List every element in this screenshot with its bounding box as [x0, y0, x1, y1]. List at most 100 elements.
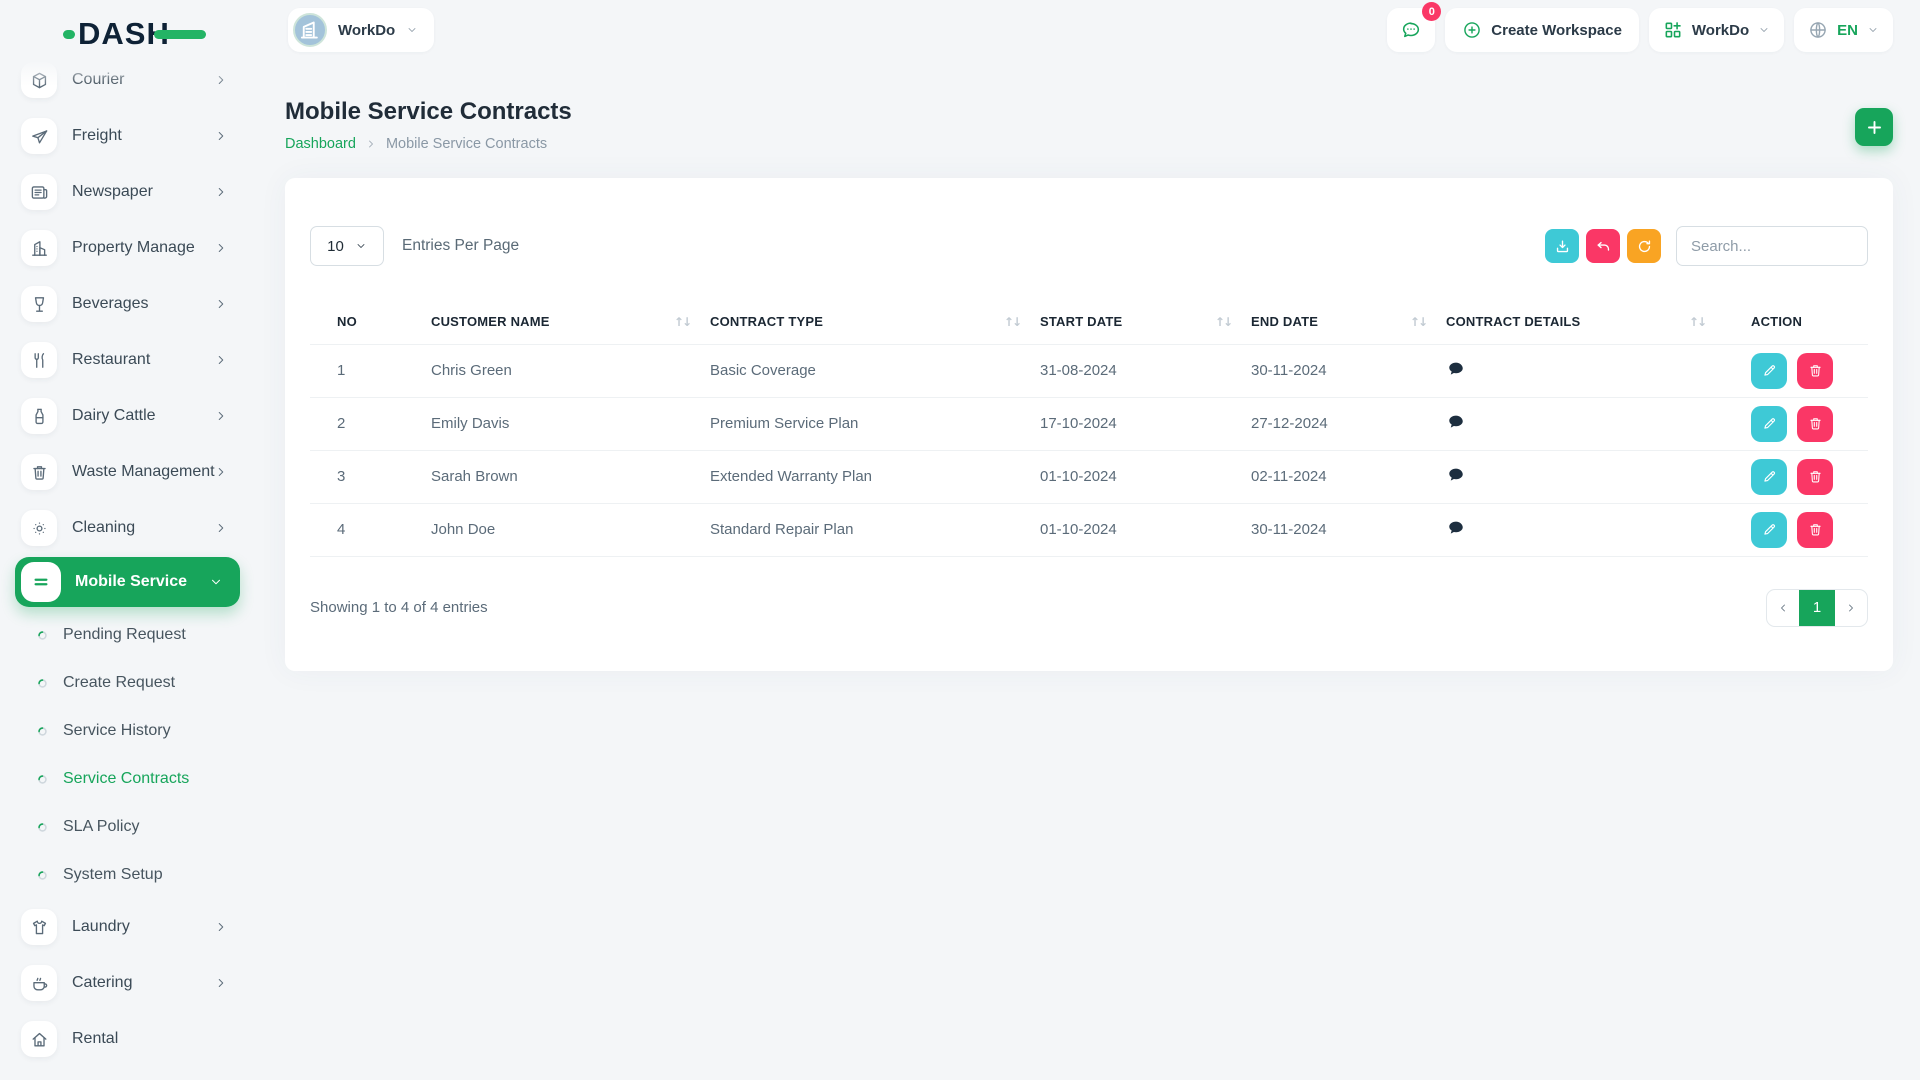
waste-management-icon	[30, 463, 49, 482]
sidebar-item-label: Mobile Service	[75, 573, 187, 591]
refresh-button[interactable]	[1627, 229, 1661, 263]
sidebar-subitem-pending-request[interactable]: Pending Request	[0, 611, 256, 659]
sidebar-item-beverages[interactable]: Beverages	[0, 276, 256, 332]
pagination-current-page[interactable]: 1	[1799, 590, 1835, 626]
entries-per-page-label: Entries Per Page	[402, 237, 519, 255]
delete-button[interactable]	[1797, 353, 1833, 389]
cell-customer-name: Sarah Brown	[431, 450, 710, 503]
contract-details-chat-icon[interactable]	[1446, 519, 1466, 537]
sidebar-item-freight[interactable]: Freight	[0, 108, 256, 164]
chevron-down-icon	[355, 240, 367, 252]
delete-button[interactable]	[1797, 512, 1833, 548]
grid-plus-icon	[1663, 20, 1683, 40]
sidebar-item-property-manage[interactable]: Property Manage	[0, 220, 256, 276]
table-row: 3Sarah BrownExtended Warranty Plan01-10-…	[310, 450, 1868, 503]
entries-per-page-select[interactable]: 10	[310, 226, 384, 266]
sort-icon: ↑↓	[1689, 315, 1705, 329]
sidebar-subitem-system-setup[interactable]: System Setup	[0, 851, 256, 899]
breadcrumb-current: Mobile Service Contracts	[386, 136, 547, 152]
dairy-cattle-icon	[30, 407, 49, 426]
download-button[interactable]	[1545, 229, 1579, 263]
sidebar-item-label: Rental	[72, 1030, 118, 1048]
workdo-menu-button[interactable]: WorkDo	[1649, 8, 1784, 52]
sidebar-subitem-sla-policy[interactable]: SLA Policy	[0, 803, 256, 851]
sidebar-subitem-label: Service History	[63, 722, 171, 740]
language-selector[interactable]: EN	[1794, 8, 1893, 52]
sidebar-submenu: Pending RequestCreate Request Service His…	[0, 611, 256, 899]
workspace-switcher[interactable]: WorkDo	[288, 8, 434, 52]
main-content: Mobile Service Contracts Dashboard Mobil…	[256, 60, 1920, 1080]
sidebar-subitem-service-history[interactable]: Service History	[0, 707, 256, 755]
contract-details-chat-icon[interactable]	[1446, 413, 1466, 431]
sidebar-item-waste-management[interactable]: Waste Management	[0, 444, 256, 500]
pagination-next-button[interactable]	[1835, 590, 1867, 626]
cell-no: 1	[310, 344, 431, 397]
messages-button[interactable]: 0	[1387, 8, 1435, 52]
pagination: 1	[1766, 589, 1868, 627]
column-header-contract-details[interactable]: CONTRACT DETAILS↑↓	[1446, 300, 1725, 344]
sidebar-menu: CourierFreightNewspaperProperty Manage Be…	[0, 60, 256, 1067]
pagination-prev-button[interactable]	[1767, 590, 1799, 626]
sidebar-icon-box	[21, 174, 57, 210]
toolbar-actions	[1545, 229, 1661, 263]
delete-button[interactable]	[1797, 406, 1833, 442]
chevron-down-icon	[1758, 24, 1770, 36]
chevron-right-icon	[1845, 602, 1857, 614]
delete-button[interactable]	[1797, 459, 1833, 495]
cell-end-date: 27-12-2024	[1251, 397, 1446, 450]
sidebar-subitem-service-contracts[interactable]: Service Contracts	[0, 755, 256, 803]
search-input[interactable]	[1676, 226, 1868, 266]
row-actions	[1751, 353, 1868, 389]
column-header-contract-type[interactable]: CONTRACT TYPE↑↓	[710, 300, 1040, 344]
delete-icon	[1807, 468, 1824, 485]
sidebar-item-cleaning[interactable]: Cleaning	[0, 500, 256, 556]
edit-icon	[1761, 468, 1778, 485]
cell-contract-details	[1446, 450, 1725, 503]
breadcrumb: Dashboard Mobile Service Contracts	[285, 136, 1893, 152]
breadcrumb-dashboard-link[interactable]: Dashboard	[285, 136, 356, 152]
sidebar-item-courier[interactable]: Courier	[0, 60, 256, 108]
add-contract-button[interactable]	[1855, 108, 1893, 146]
edit-button[interactable]	[1751, 353, 1787, 389]
contracts-card: 10 Entries Per Page NOCUSTOMER NAME↑↓CON…	[285, 178, 1893, 671]
column-label: END DATE	[1251, 314, 1318, 329]
column-header-end-date[interactable]: END DATE↑↓	[1251, 300, 1446, 344]
app-logo[interactable]: DASH	[63, 16, 206, 52]
cell-contract-details	[1446, 503, 1725, 556]
language-code: EN	[1837, 22, 1858, 39]
contract-details-chat-icon[interactable]	[1446, 466, 1466, 484]
sidebar-item-label: Restaurant	[72, 351, 150, 369]
topbar: DASH WorkDo 0 Create Workspace WorkDo EN	[0, 0, 1920, 60]
edit-button[interactable]	[1751, 459, 1787, 495]
chevron-left-icon	[1777, 602, 1789, 614]
sidebar-item-mobile-service[interactable]: Mobile Service	[15, 557, 240, 607]
sidebar-item-dairy-cattle[interactable]: Dairy Cattle	[0, 388, 256, 444]
sidebar-item-laundry[interactable]: Laundry	[0, 899, 256, 955]
beverages-icon	[30, 295, 49, 314]
sidebar-item-label: Beverages	[72, 295, 149, 313]
sidebar-subitem-label: Service Contracts	[63, 770, 189, 788]
column-header-customer-name[interactable]: CUSTOMER NAME↑↓	[431, 300, 710, 344]
table-body: 1Chris GreenBasic Coverage31-08-202430-1…	[310, 344, 1868, 556]
edit-icon	[1761, 415, 1778, 432]
sidebar-subitem-create-request[interactable]: Create Request	[0, 659, 256, 707]
sidebar-icon-box	[21, 1021, 57, 1057]
sidebar-item-newspaper[interactable]: Newspaper	[0, 164, 256, 220]
chevron-right-icon	[214, 297, 228, 311]
create-workspace-button[interactable]: Create Workspace	[1445, 8, 1639, 52]
sidebar-item-label: Cleaning	[72, 519, 135, 537]
table-header-row: NOCUSTOMER NAME↑↓CONTRACT TYPE↑↓START DA…	[310, 300, 1868, 344]
column-header-start-date[interactable]: START DATE↑↓	[1040, 300, 1251, 344]
undo-button[interactable]	[1586, 229, 1620, 263]
breadcrumb-separator-icon	[365, 138, 377, 150]
sidebar-item-catering[interactable]: Catering	[0, 955, 256, 1011]
cell-action	[1725, 503, 1868, 556]
edit-button[interactable]	[1751, 512, 1787, 548]
chevron-right-icon	[214, 353, 228, 367]
sidebar-item-rental[interactable]: Rental	[0, 1011, 256, 1067]
contract-details-chat-icon[interactable]	[1446, 360, 1466, 378]
sidebar-subitem-label: SLA Policy	[63, 818, 139, 836]
edit-button[interactable]	[1751, 406, 1787, 442]
sidebar-item-restaurant[interactable]: Restaurant	[0, 332, 256, 388]
sidebar-icon-box	[21, 118, 57, 154]
